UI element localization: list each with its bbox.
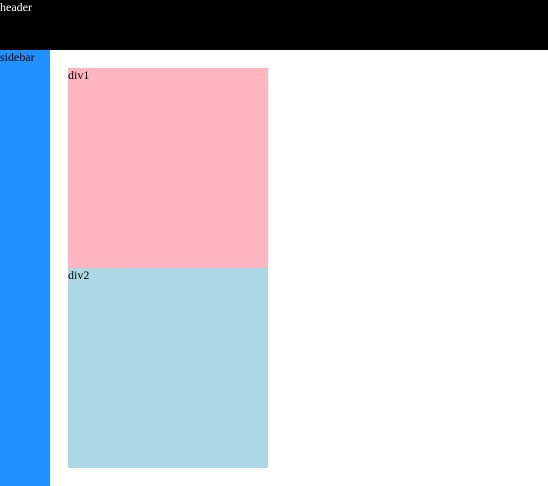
div2-label: div2 [68, 268, 90, 282]
div2-box: div2 [68, 268, 268, 468]
sidebar-label: sidebar [0, 50, 35, 64]
header-label: header [0, 0, 32, 14]
header: header [0, 0, 548, 50]
div1-box: div1 [68, 68, 268, 268]
main-content: div1 div2 [50, 50, 548, 486]
div1-label: div1 [68, 68, 90, 82]
sidebar: sidebar [0, 50, 50, 486]
